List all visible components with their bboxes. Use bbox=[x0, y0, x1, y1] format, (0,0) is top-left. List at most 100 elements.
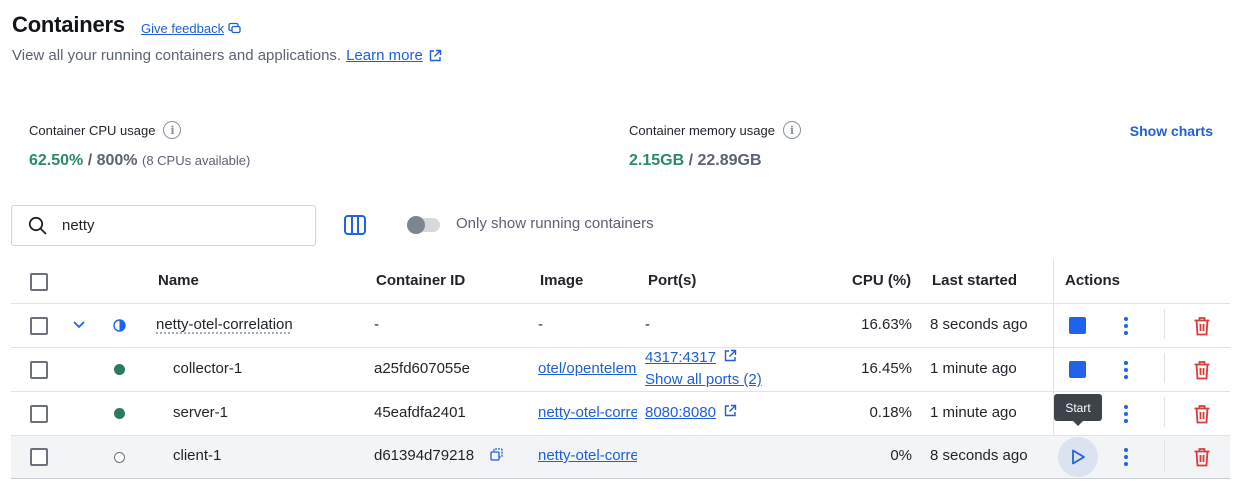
column-header-last-started[interactable]: Last started bbox=[932, 272, 1017, 289]
delete-icon[interactable] bbox=[1193, 316, 1211, 336]
container-name[interactable]: server-1 bbox=[173, 404, 228, 421]
container-name[interactable]: client-1 bbox=[173, 447, 221, 464]
memory-usage-label: Container memory usage i bbox=[629, 121, 801, 139]
row-checkbox[interactable] bbox=[30, 361, 48, 379]
running-only-toggle[interactable] bbox=[407, 216, 440, 234]
container-last-started: 1 minute ago bbox=[930, 360, 1017, 377]
container-image-link[interactable]: netty-otel-correlation-client bbox=[538, 447, 637, 464]
container-cpu: 16.63% bbox=[861, 316, 912, 333]
chevron-down-icon[interactable] bbox=[72, 320, 86, 330]
columns-icon[interactable] bbox=[343, 213, 367, 237]
partial-status-icon bbox=[113, 319, 126, 332]
delete-icon[interactable] bbox=[1193, 360, 1211, 380]
subtitle-text: View all your running containers and app… bbox=[12, 47, 342, 64]
container-last-started: 1 minute ago bbox=[930, 404, 1017, 421]
running-only-label: Only show running containers bbox=[456, 215, 654, 232]
container-image-link[interactable]: netty-otel-correlation-server bbox=[538, 404, 637, 421]
container-port-group: 4317:4317 bbox=[645, 349, 737, 366]
container-image-cell: netty-otel-correlation-client bbox=[538, 447, 637, 464]
memory-usage-value: 2.15GB / 22.89GB bbox=[629, 152, 762, 170]
column-header-name[interactable]: Name bbox=[158, 272, 199, 289]
stopped-status-icon bbox=[114, 452, 125, 463]
memory-used: 2.15GB bbox=[629, 152, 685, 169]
select-all-checkbox[interactable] bbox=[30, 273, 48, 291]
row-divider bbox=[11, 435, 1230, 436]
container-name[interactable]: netty-otel-correlation bbox=[156, 316, 293, 333]
container-image: - bbox=[538, 316, 543, 333]
page-title: Containers bbox=[12, 12, 125, 37]
container-image-cell: otel/opentelemetry-collector bbox=[538, 360, 637, 377]
header-divider bbox=[11, 303, 1230, 304]
container-cpu: 0% bbox=[890, 447, 912, 464]
search-icon bbox=[28, 216, 47, 235]
show-charts-button[interactable]: Show charts bbox=[1130, 123, 1213, 139]
give-feedback-link[interactable]: Give feedback bbox=[141, 21, 241, 36]
column-header-cpu[interactable]: CPU (%) bbox=[852, 272, 911, 289]
container-port-link[interactable]: 4317:4317 bbox=[645, 349, 716, 366]
external-link-icon bbox=[429, 49, 442, 61]
action-separator bbox=[1164, 397, 1165, 427]
delete-icon[interactable] bbox=[1193, 447, 1211, 467]
container-name[interactable]: collector-1 bbox=[173, 360, 242, 377]
row-checkbox[interactable] bbox=[30, 448, 48, 466]
memory-info-icon[interactable]: i bbox=[782, 121, 801, 139]
action-separator bbox=[1164, 441, 1165, 471]
action-separator bbox=[1164, 309, 1165, 339]
row-checkbox[interactable] bbox=[30, 317, 48, 335]
learn-more-link[interactable]: Learn more bbox=[346, 47, 423, 64]
container-id: - bbox=[374, 316, 379, 333]
search-input[interactable]: netty bbox=[62, 217, 95, 234]
page-subtitle: View all your running containers and app… bbox=[12, 47, 442, 64]
column-header-image[interactable]: Image bbox=[540, 272, 583, 289]
container-port: - bbox=[645, 316, 650, 333]
container-port-link[interactable]: 8080:8080 bbox=[645, 404, 716, 421]
cpu-used: 62.50% bbox=[29, 152, 84, 169]
column-header-ports[interactable]: Port(s) bbox=[648, 272, 696, 289]
toggle-knob bbox=[407, 216, 425, 234]
more-options-icon[interactable] bbox=[1123, 405, 1129, 423]
external-link-icon bbox=[724, 349, 737, 362]
column-header-actions: Actions bbox=[1065, 272, 1121, 289]
container-cpu: 16.45% bbox=[861, 360, 912, 377]
cpu-usage-label-text: Container CPU usage bbox=[29, 122, 156, 138]
stop-button[interactable] bbox=[1069, 317, 1086, 334]
container-id: a25fd607055e bbox=[374, 360, 470, 377]
copy-icon[interactable] bbox=[490, 448, 503, 461]
feedback-icon bbox=[228, 22, 241, 34]
running-status-icon bbox=[114, 408, 125, 419]
give-feedback-label: Give feedback bbox=[141, 21, 225, 36]
more-options-icon[interactable] bbox=[1123, 448, 1129, 466]
container-port-group: 8080:8080 bbox=[645, 404, 737, 421]
more-options-icon[interactable] bbox=[1123, 361, 1129, 379]
running-status-icon bbox=[114, 364, 125, 375]
row-divider bbox=[11, 347, 1230, 348]
container-id: 45eafdfa2401 bbox=[374, 404, 466, 421]
cpu-note: (8 CPUs available) bbox=[141, 153, 251, 168]
row-checkbox[interactable] bbox=[30, 405, 48, 423]
memory-usage-label-text: Container memory usage bbox=[629, 122, 775, 138]
start-button[interactable] bbox=[1058, 437, 1098, 477]
container-last-started: 8 seconds ago bbox=[930, 316, 1028, 333]
container-image-link[interactable]: otel/opentelemetry-collector bbox=[538, 360, 637, 377]
cpu-total: / 800% bbox=[87, 152, 138, 169]
container-last-started: 8 seconds ago bbox=[930, 447, 1028, 464]
row-divider bbox=[11, 478, 1230, 479]
container-id-group: d61394d79218 bbox=[374, 447, 503, 464]
cpu-usage-value: 62.50% / 800% (8 CPUs available) bbox=[29, 152, 250, 170]
action-separator bbox=[1164, 353, 1165, 383]
delete-icon[interactable] bbox=[1193, 404, 1211, 424]
memory-total: / 22.89GB bbox=[688, 152, 762, 169]
start-tooltip: Start bbox=[1054, 394, 1102, 426]
stop-button[interactable] bbox=[1069, 361, 1086, 378]
play-icon bbox=[1072, 449, 1085, 465]
cpu-info-icon[interactable]: i bbox=[163, 121, 182, 139]
row-divider bbox=[11, 391, 1230, 392]
cpu-usage-label: Container CPU usage i bbox=[29, 121, 182, 139]
more-options-icon[interactable] bbox=[1123, 317, 1129, 335]
container-cpu: 0.18% bbox=[869, 404, 912, 421]
search-box[interactable]: netty bbox=[11, 205, 316, 246]
column-header-container-id[interactable]: Container ID bbox=[376, 272, 465, 289]
container-id: d61394d79218 bbox=[374, 447, 475, 464]
container-image-cell: netty-otel-correlation-server bbox=[538, 404, 637, 421]
show-all-ports-link[interactable]: Show all ports (2) bbox=[645, 371, 762, 388]
